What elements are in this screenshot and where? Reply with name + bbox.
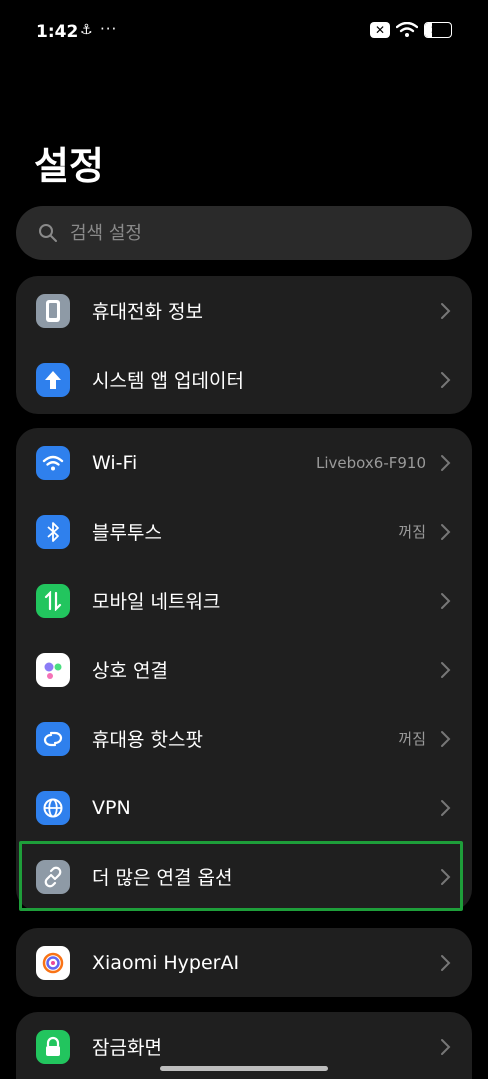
row-label: 상호 연결 <box>92 660 168 682</box>
chevron-right-icon <box>441 799 451 816</box>
row-label: Wi-Fi <box>92 451 138 474</box>
row-bluetooth[interactable]: 블루투스 꺼짐 <box>16 497 472 566</box>
row-hotspot[interactable]: 휴대용 핫스팟 꺼짐 <box>16 704 472 773</box>
row-phone-info[interactable]: 휴대전화 정보 <box>16 276 472 345</box>
chevron-right-icon <box>441 454 451 471</box>
hyperai-icon <box>36 945 70 980</box>
link-icon <box>36 859 70 894</box>
wifi-icon <box>36 445 70 480</box>
row-label: 더 많은 연결 옵션 <box>92 867 233 889</box>
row-value: Livebox6-F910 <box>316 453 426 472</box>
interconnect-icon <box>36 652 70 687</box>
chevron-right-icon <box>441 371 451 388</box>
battery-icon: 27 <box>424 22 452 38</box>
phone-icon <box>36 293 70 328</box>
settings-group-connections: Wi-Fi Livebox6-F910 블루투스 꺼짐 모바일 네트워크 상호 … <box>16 428 472 911</box>
row-value: 꺼짐 <box>398 730 426 748</box>
arrow-up-icon <box>36 362 70 397</box>
anchor-icon: ⚓︎ <box>80 22 93 38</box>
more-notifications-icon: ··· <box>100 20 118 38</box>
settings-group-ai: Xiaomi HyperAI <box>16 928 472 997</box>
no-sim-icon: ✕ <box>370 22 390 38</box>
status-right: ✕ 27 <box>370 22 452 38</box>
settings-group-device: 휴대전화 정보 시스템 앱 업데이터 <box>16 276 472 414</box>
chevron-right-icon <box>441 730 451 747</box>
hotspot-icon <box>36 721 70 756</box>
chevron-right-icon <box>441 868 451 885</box>
row-label: Xiaomi HyperAI <box>92 951 240 974</box>
chevron-right-icon <box>441 302 451 319</box>
chevron-right-icon <box>441 1038 451 1055</box>
row-label: 휴대용 핫스팟 <box>92 729 203 751</box>
home-indicator[interactable] <box>160 1066 328 1071</box>
row-vpn[interactable]: VPN <box>16 773 472 842</box>
lock-icon <box>36 1029 70 1064</box>
status-time: 1:42 <box>36 22 79 42</box>
search-input[interactable] <box>68 221 432 245</box>
status-bar: 1:42 ⚓︎ ··· ✕ 27 <box>0 0 488 64</box>
bluetooth-icon <box>36 514 70 549</box>
globe-icon <box>36 790 70 825</box>
search-bar[interactable] <box>16 206 472 260</box>
row-label: VPN <box>92 796 131 819</box>
row-system-app-updater[interactable]: 시스템 앱 업데이터 <box>16 345 472 414</box>
row-xiaomi-hyperai[interactable]: Xiaomi HyperAI <box>16 928 472 997</box>
row-label: 모바일 네트워크 <box>92 591 221 613</box>
chevron-right-icon <box>441 954 451 971</box>
row-wifi[interactable]: Wi-Fi Livebox6-F910 <box>16 428 472 497</box>
row-label: 시스템 앱 업데이터 <box>92 370 244 392</box>
row-label: 블루투스 <box>92 522 162 544</box>
search-icon <box>39 224 57 242</box>
row-interconnect[interactable]: 상호 연결 <box>16 635 472 704</box>
chevron-right-icon <box>441 661 451 678</box>
chevron-right-icon <box>441 523 451 540</box>
row-label: 휴대전화 정보 <box>92 301 203 323</box>
page-title: 설정 <box>34 144 104 188</box>
row-more-connection-options[interactable]: 더 많은 연결 옵션 <box>16 842 472 911</box>
row-value: 꺼짐 <box>398 523 426 541</box>
row-label: 잠금화면 <box>92 1037 162 1059</box>
battery-percent: 27 <box>431 24 445 36</box>
mobile-network-icon <box>36 583 70 618</box>
row-mobile-network[interactable]: 모바일 네트워크 <box>16 566 472 635</box>
chevron-right-icon <box>441 592 451 609</box>
wifi-status-icon <box>396 22 418 37</box>
